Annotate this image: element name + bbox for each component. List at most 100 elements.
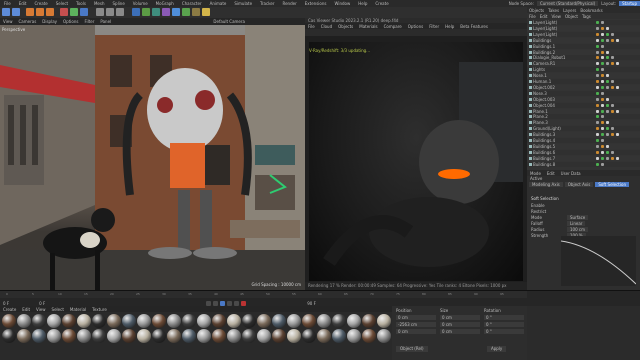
spline-pen-icon[interactable]: [142, 8, 150, 16]
material-swatch[interactable]: [377, 314, 391, 328]
tag-icon[interactable]: [606, 74, 609, 78]
menu-item[interactable]: Simulate: [234, 1, 252, 6]
tag-icon[interactable]: [601, 156, 604, 160]
attr-tab[interactable]: User Data: [561, 171, 581, 176]
material-swatch[interactable]: [272, 314, 286, 328]
tag-icon[interactable]: [596, 150, 599, 154]
tag-icon[interactable]: [596, 68, 599, 72]
menu-item[interactable]: Window: [334, 1, 350, 6]
floor-icon[interactable]: [182, 8, 190, 16]
size-y-field[interactable]: 0 cm: [440, 322, 480, 327]
tag-icon[interactable]: [611, 109, 614, 113]
material-swatch[interactable]: [287, 329, 301, 343]
render-menu-item[interactable]: Filter: [429, 24, 439, 29]
falloff-graph[interactable]: [561, 236, 636, 286]
tag-icon[interactable]: [596, 26, 599, 30]
object-row[interactable]: Plane.1: [527, 108, 640, 114]
tag-icon[interactable]: [596, 38, 599, 42]
tag-icon[interactable]: [596, 109, 599, 113]
material-swatch[interactable]: [272, 329, 286, 343]
render-menu-item[interactable]: Beta Features: [460, 24, 488, 29]
object-row[interactable]: Buildings.7: [527, 155, 640, 161]
tag-icon[interactable]: [601, 162, 604, 166]
menu-item[interactable]: Edit: [19, 1, 27, 6]
tag-icon[interactable]: [616, 85, 619, 89]
object-row[interactable]: Object.003: [527, 96, 640, 102]
tag-icon[interactable]: [601, 80, 604, 83]
material-swatch[interactable]: [167, 329, 181, 343]
material-menu-item[interactable]: View: [36, 307, 46, 312]
material-swatch[interactable]: [332, 329, 346, 343]
tag-icon[interactable]: [601, 85, 604, 89]
tag-icon[interactable]: [606, 121, 609, 125]
node-space-dropdown[interactable]: Current (Standard/Physical): [536, 1, 599, 6]
object-row[interactable]: Ground(Light): [527, 126, 640, 132]
render-menu-item[interactable]: Objects: [338, 24, 353, 29]
material-menu-item[interactable]: Edit: [22, 307, 30, 312]
rot-h-field[interactable]: 0 °: [484, 315, 524, 320]
om-menu-item[interactable]: Edit: [540, 14, 548, 19]
attr-tab[interactable]: Mode: [530, 171, 541, 176]
render-picture-icon[interactable]: [106, 8, 114, 16]
tag-icon[interactable]: [596, 32, 599, 36]
object-row[interactable]: Object.004: [527, 102, 640, 108]
material-swatch[interactable]: [302, 314, 316, 328]
tag-icon[interactable]: [616, 156, 619, 160]
timeline[interactable]: 0 5 10 15 20 25 30 35 40 45 50 55 60 65 70 75 80 85 90 95 0…: [0, 290, 640, 307]
attr-field-value[interactable]: Linear: [567, 221, 586, 226]
material-swatch[interactable]: [257, 329, 271, 343]
tag-icon[interactable]: [601, 144, 604, 148]
material-swatch[interactable]: [197, 314, 211, 328]
tag-icon[interactable]: [596, 121, 599, 125]
render-settings-icon[interactable]: [116, 8, 124, 16]
tag-icon[interactable]: [606, 38, 609, 42]
tag-icon[interactable]: [611, 62, 614, 66]
material-menu-item[interactable]: Create: [3, 307, 16, 312]
render-view-icon[interactable]: [96, 8, 104, 16]
object-row[interactable]: Dialogie_Robot1: [527, 55, 640, 61]
tag-icon[interactable]: [611, 127, 614, 131]
menu-item[interactable]: Create: [375, 1, 388, 6]
tag-icon[interactable]: [601, 91, 604, 95]
material-swatch[interactable]: [107, 329, 121, 343]
material-swatch[interactable]: [317, 314, 331, 328]
attr-field-value[interactable]: Surface: [567, 215, 589, 220]
tag-icon[interactable]: [606, 127, 609, 131]
material-swatch[interactable]: [377, 329, 391, 343]
material-swatch[interactable]: [212, 329, 226, 343]
object-row[interactable]: Layer(Light): [527, 31, 640, 37]
tag-icon[interactable]: [606, 32, 609, 36]
undo-icon[interactable]: [2, 8, 10, 16]
rotate-tool-icon[interactable]: [46, 8, 54, 16]
material-swatch[interactable]: [227, 314, 241, 328]
tag-icon[interactable]: [606, 85, 609, 89]
tag-icon[interactable]: [601, 121, 604, 125]
material-swatch[interactable]: [62, 329, 76, 343]
tag-icon[interactable]: [611, 56, 614, 60]
tag-icon[interactable]: [606, 109, 609, 113]
material-menu-item[interactable]: Material: [70, 307, 86, 312]
material-swatch[interactable]: [302, 329, 316, 343]
material-swatch[interactable]: [227, 329, 241, 343]
om-menu-item[interactable]: View: [551, 14, 561, 19]
object-row[interactable]: Buildings.8: [527, 161, 640, 167]
menu-item[interactable]: Tracker: [260, 1, 274, 6]
material-swatch[interactable]: [122, 314, 136, 328]
menu-item[interactable]: Help: [358, 1, 367, 6]
tag-icon[interactable]: [596, 156, 599, 160]
object-row[interactable]: Buildings.3: [527, 132, 640, 138]
material-swatch[interactable]: [182, 329, 196, 343]
tag-icon[interactable]: [596, 133, 599, 137]
move-tool-icon[interactable]: [26, 8, 34, 16]
menu-item[interactable]: Tools: [76, 1, 86, 6]
cloner-icon[interactable]: [162, 8, 170, 16]
render-menu-item[interactable]: Materials: [359, 24, 377, 29]
render-canvas[interactable]: [309, 42, 523, 281]
tag-icon[interactable]: [596, 127, 599, 131]
tag-icon[interactable]: [601, 26, 604, 30]
tag-icon[interactable]: [611, 156, 614, 160]
material-swatch[interactable]: [242, 314, 256, 328]
goto-end-icon[interactable]: [234, 300, 240, 306]
om-tab[interactable]: Bookmarks: [580, 8, 602, 13]
z-axis-icon[interactable]: [80, 8, 88, 16]
